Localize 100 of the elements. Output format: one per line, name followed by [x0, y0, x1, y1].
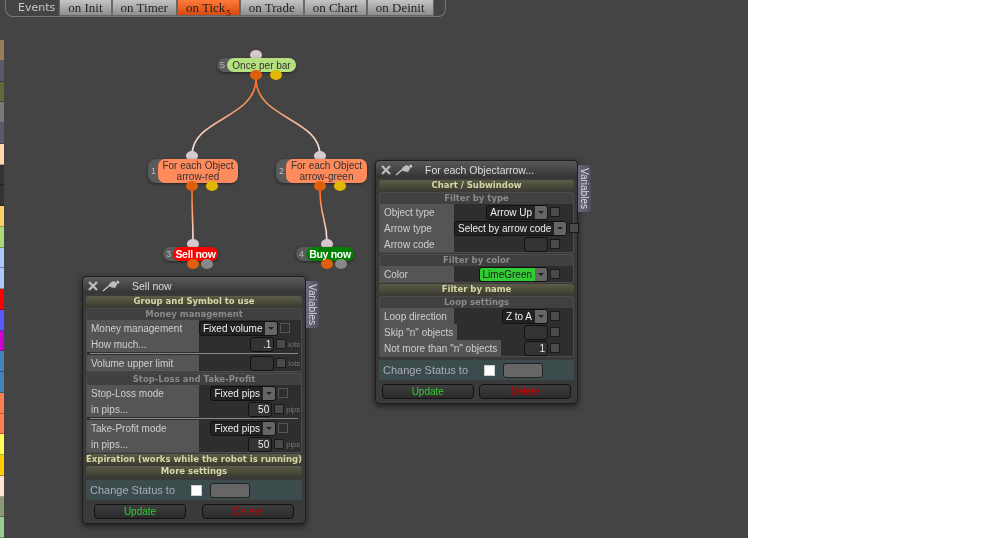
event-tab[interactable]: on Chart: [303, 0, 367, 16]
category-swatch[interactable]: [0, 60, 4, 82]
input-field[interactable]: 1: [524, 340, 548, 356]
close-icon[interactable]: [381, 164, 391, 175]
checkbox[interactable]: [274, 439, 285, 449]
category-swatch[interactable]: [0, 475, 4, 497]
close-icon[interactable]: [88, 280, 98, 291]
checkbox[interactable]: [550, 207, 560, 217]
section-header[interactable]: Filter by name: [379, 284, 574, 295]
event-tab[interactable]: on Tick$_{5}$: [176, 0, 240, 16]
checkbox[interactable]: [274, 404, 285, 414]
dropdown[interactable]: Select by arrow code: [454, 220, 568, 236]
category-swatch[interactable]: [0, 517, 4, 538]
section-header[interactable]: More settings: [86, 466, 302, 477]
field-label: Volume upper limit: [87, 355, 199, 371]
category-swatch[interactable]: [0, 247, 4, 269]
dropdown[interactable]: Fixed pips: [210, 385, 276, 401]
event-tab[interactable]: on Init: [59, 0, 112, 16]
status-field[interactable]: [503, 362, 543, 378]
checkbox[interactable]: [276, 358, 287, 368]
connection-port[interactable]: [186, 181, 198, 191]
pin-icon[interactable]: [102, 279, 120, 292]
status-label: Change Status to: [383, 364, 468, 376]
status-field[interactable]: [210, 482, 250, 498]
input-field[interactable]: 50: [248, 401, 273, 417]
block-node[interactable]: 5 Once per bar: [217, 58, 296, 72]
connection-port[interactable]: [250, 70, 262, 80]
category-swatch[interactable]: [0, 123, 4, 144]
dialog-title: For each Objectarrow...: [425, 163, 535, 176]
variables-tab[interactable]: Variables: [578, 165, 591, 212]
field-label: Skip "n" objects: [380, 324, 458, 340]
field-label: Color: [380, 266, 454, 282]
caret-icon: [554, 221, 567, 235]
event-tab[interactable]: on Timer: [111, 0, 177, 16]
connection-port[interactable]: [334, 181, 346, 191]
checkbox[interactable]: [569, 223, 580, 233]
input-field[interactable]: .1: [250, 336, 275, 352]
connection-port[interactable]: [335, 259, 347, 269]
block-node[interactable]: 4 Buy now: [296, 247, 354, 261]
tab-count: 5: [226, 8, 231, 18]
category-swatch[interactable]: [0, 143, 4, 165]
category-swatch[interactable]: [0, 289, 4, 310]
field-label: Object type: [380, 204, 454, 220]
category-swatch[interactable]: [0, 434, 4, 455]
category-swatch[interactable]: [0, 372, 4, 393]
dropdown[interactable]: Arrow Up: [486, 204, 548, 220]
field-label: Take-Profit mode: [87, 420, 199, 436]
checkbox[interactable]: [550, 239, 560, 249]
connection-port[interactable]: [187, 259, 199, 269]
category-swatch[interactable]: [0, 392, 4, 414]
update-button[interactable]: Update: [381, 384, 474, 399]
section-header[interactable]: Group and Symbol to use: [86, 296, 302, 307]
category-swatch[interactable]: [0, 496, 4, 518]
events-label: Events: [17, 0, 57, 14]
input-field[interactable]: [524, 324, 548, 340]
block-node[interactable]: 3 Sell now: [163, 247, 218, 261]
checkbox[interactable]: [550, 269, 560, 279]
category-swatch[interactable]: [0, 351, 4, 372]
checkbox[interactable]: [550, 311, 560, 321]
checkbox[interactable]: [550, 327, 560, 337]
category-swatch[interactable]: [0, 40, 4, 61]
category-swatch[interactable]: [0, 206, 4, 227]
field-label: Money management: [87, 320, 199, 336]
input-field[interactable]: 50: [248, 436, 273, 452]
connection-port[interactable]: [201, 259, 213, 269]
status-label: Change Status to: [90, 484, 175, 496]
node-number: 5: [219, 59, 226, 72]
input-field[interactable]: [250, 355, 275, 371]
field-label: Arrow type: [380, 220, 454, 236]
node-number: 2: [278, 165, 285, 178]
pin-icon[interactable]: [395, 163, 413, 176]
checkbox[interactable]: [276, 339, 287, 349]
category-swatch[interactable]: [0, 81, 4, 103]
node-label: For each Object arrow-red: [158, 159, 238, 183]
dropdown[interactable]: Fixed volume: [199, 320, 279, 336]
dropdown[interactable]: LimeGreen: [478, 266, 548, 282]
dropdown[interactable]: Z to A: [501, 308, 548, 324]
dropdown[interactable]: Fixed pips: [210, 420, 276, 436]
connection-port[interactable]: [321, 259, 333, 269]
connection-port[interactable]: [314, 181, 326, 191]
category-swatch[interactable]: [0, 268, 4, 289]
node-number: 1: [150, 165, 157, 178]
update-button[interactable]: Update: [94, 504, 186, 519]
category-swatch[interactable]: [0, 413, 4, 435]
category-swatch[interactable]: [0, 226, 4, 248]
checkbox[interactable]: [550, 343, 560, 353]
input-field[interactable]: [524, 236, 548, 252]
event-tab[interactable]: on Trade: [239, 0, 304, 16]
connection-port[interactable]: [206, 181, 218, 191]
section-header[interactable]: Expiration (works while the robot is running): [86, 454, 302, 465]
category-swatch[interactable]: [0, 455, 4, 476]
variables-tab[interactable]: Variables: [306, 281, 319, 328]
category-swatch[interactable]: [0, 102, 4, 123]
category-swatch[interactable]: [0, 330, 4, 352]
category-swatch[interactable]: [0, 309, 4, 331]
connection-port[interactable]: [270, 70, 282, 80]
event-tab[interactable]: on Deinit: [366, 0, 434, 16]
caret-icon: [263, 421, 275, 435]
field-label: Arrow code: [380, 236, 454, 252]
section-header[interactable]: Chart / Subwindow: [379, 180, 574, 191]
